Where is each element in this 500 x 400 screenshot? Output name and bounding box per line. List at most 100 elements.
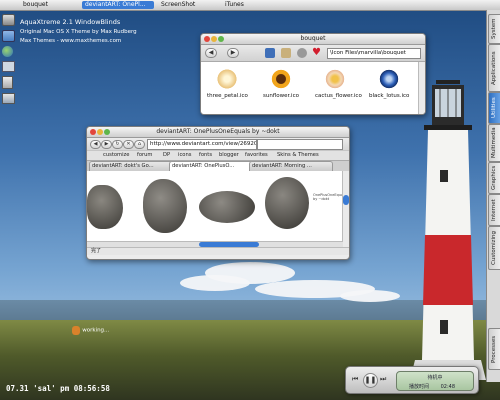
taskbar-item-itunes[interactable]: iTunes xyxy=(222,1,278,9)
browser-window: deviantART: OnePlusOneEquals by ~dokt ◀ … xyxy=(86,126,350,260)
bouquet-toolbar: ◀ ▶ ♥ \Icon Files\marvilla\bouquet xyxy=(201,45,425,62)
working-indicator: working... xyxy=(72,326,109,335)
web-content: OnePlusOneEquals by ~dokt xyxy=(87,171,349,247)
drawer-tab-customizing[interactable]: Customizing xyxy=(488,226,500,270)
window-title: bouquet xyxy=(300,35,326,42)
drawer-tab-internet[interactable]: Internet xyxy=(488,194,500,226)
folder-icon[interactable] xyxy=(2,30,15,42)
cactus-flower-icon xyxy=(324,68,346,90)
path-field[interactable]: \Icon Files\marvilla\bouquet xyxy=(327,48,421,59)
player-status: 待机中 xyxy=(427,375,443,381)
bookmark-item[interactable]: fonts xyxy=(199,151,212,159)
icon-item-three-petal[interactable]: three_petal.ico xyxy=(207,68,248,99)
icon-label: cactus_flower.ico xyxy=(315,93,362,99)
network-icon[interactable] xyxy=(2,93,15,104)
stone-image xyxy=(143,179,187,233)
elapsed-label: 播放时间 xyxy=(409,384,430,390)
lighthouse-image xyxy=(410,80,486,380)
bookmark-item[interactable]: icons xyxy=(178,151,191,159)
taskbar-item-screenshot[interactable]: ScreenShot xyxy=(158,1,224,9)
icon-label: black_lotus.ico xyxy=(369,93,410,99)
status-bar: 完了 xyxy=(87,247,349,255)
trash-icon[interactable] xyxy=(2,76,13,89)
bookmark-item[interactable]: forum xyxy=(137,151,152,159)
bouquet-titlebar[interactable]: bouquet xyxy=(201,34,425,45)
drawer-tab-system[interactable]: System xyxy=(488,14,500,44)
settings-icon[interactable] xyxy=(297,48,307,58)
forward-button[interactable]: ▶ xyxy=(101,140,112,149)
previous-button[interactable]: ⏮ xyxy=(352,375,358,384)
icon-item-cactus-flower[interactable]: cactus_flower.ico xyxy=(315,68,362,99)
window-title: deviantART: OnePlusOneEquals by ~dokt xyxy=(156,128,280,135)
theme-info-line: Original Mac OS X Theme by Max Rudberg xyxy=(20,29,137,35)
sunflower-icon xyxy=(270,68,292,90)
black-lotus-icon xyxy=(378,68,400,90)
player-time-row: 播放时间 02:48 xyxy=(397,383,473,390)
cloud xyxy=(180,275,250,291)
favorites-heart-icon[interactable]: ♥ xyxy=(312,47,321,58)
browser-tab[interactable]: deviantART: dokt's Go... xyxy=(89,161,173,171)
bookmark-item[interactable]: Skins & Themes xyxy=(277,151,319,159)
icon-item-sunflower[interactable]: sunflower.ico xyxy=(261,68,301,99)
theme-info: AquaXtreme 2.1 WindowBlinds Original Mac… xyxy=(20,18,137,44)
player-display: 待机中 播放时间 02:48 xyxy=(396,371,474,391)
icon-label: three_petal.ico xyxy=(207,93,248,99)
bookmark-item[interactable]: favorites xyxy=(245,151,268,159)
hard-drive-icon[interactable] xyxy=(2,14,15,26)
taskbar: bouquet deviantART: OnePl... ScreenShot … xyxy=(0,0,500,11)
app-drawer: System Applications Utilities Multimedia… xyxy=(486,10,500,382)
tab-bar: deviantART: dokt's Go... deviantART: One… xyxy=(87,160,349,171)
globe-icon[interactable] xyxy=(2,46,13,57)
url-field[interactable]: http://www.deviantart.com/view/26920 xyxy=(147,139,257,150)
vertical-scrollbar[interactable] xyxy=(418,62,425,114)
home-icon[interactable] xyxy=(281,48,291,58)
bouquet-icon-view: three_petal.ico sunflower.ico cactus_flo… xyxy=(201,62,425,114)
browser-tab-active[interactable]: deviantART: OnePlusO... xyxy=(169,161,253,171)
bookmark-bar: customize forum DP icons fonts blogger f… xyxy=(87,150,349,160)
bookmark-item[interactable]: blogger xyxy=(219,151,239,159)
side-caption: OnePlusOneEquals by ~dokt xyxy=(313,193,346,201)
desktop-icon-column xyxy=(2,14,15,104)
stone-image xyxy=(87,185,123,229)
scroll-thumb[interactable] xyxy=(343,195,349,205)
forward-button[interactable]: ▶ xyxy=(227,48,239,58)
desktop-clock: 07.31 'sal' pm 08:56:58 xyxy=(6,384,110,393)
character-icon xyxy=(72,326,80,335)
stone-image xyxy=(265,177,309,229)
bouquet-window: bouquet ◀ ▶ ♥ \Icon Files\marvilla\bouqu… xyxy=(200,33,426,115)
home-button[interactable]: ⌂ xyxy=(134,140,145,149)
view-icon[interactable] xyxy=(265,48,275,58)
back-button[interactable]: ◀ xyxy=(90,140,101,149)
drawer-tab-graphics[interactable]: Graphics xyxy=(488,162,500,194)
drawer-tab-processes[interactable]: Processes xyxy=(488,328,500,370)
stone-image xyxy=(199,191,255,223)
bookmark-item[interactable]: customize xyxy=(103,151,129,159)
media-player: ⏮ ❚❚ ⏭ 待机中 播放时间 02:48 xyxy=(345,366,479,394)
browser-tab[interactable]: deviantART: Morning ... xyxy=(249,161,333,171)
elapsed-time: 02:48 xyxy=(440,384,456,390)
status-text: 完了 xyxy=(91,248,102,254)
icon-item-black-lotus[interactable]: black_lotus.ico xyxy=(369,68,409,99)
next-button[interactable]: ⏭ xyxy=(380,375,386,384)
browser-titlebar[interactable]: deviantART: OnePlusOneEquals by ~dokt xyxy=(87,127,349,138)
search-field[interactable] xyxy=(257,139,343,150)
reload-button[interactable]: ↻ xyxy=(112,140,123,149)
taskbar-item-deviantart[interactable]: deviantART: OnePl... xyxy=(82,1,154,9)
drawer-tab-applications[interactable]: Applications xyxy=(488,44,500,92)
taskbar-item-bouquet[interactable]: bouquet xyxy=(20,1,86,9)
stop-button[interactable]: ✕ xyxy=(123,140,134,149)
cloud xyxy=(340,290,400,302)
pause-button[interactable]: ❚❚ xyxy=(363,373,378,388)
back-button[interactable]: ◀ xyxy=(205,48,217,58)
icon-label: sunflower.ico xyxy=(263,93,299,99)
vertical-scrollbar[interactable] xyxy=(342,171,349,247)
browser-navbar: ◀ ▶ ↻ ✕ ⌂ http://www.deviantart.com/view… xyxy=(87,138,349,150)
monitor-icon[interactable] xyxy=(2,61,15,72)
bookmark-item[interactable]: DP xyxy=(163,151,170,159)
three-petal-flower-icon xyxy=(216,68,238,90)
drawer-tab-utilities[interactable]: Utilities xyxy=(488,92,500,124)
theme-info-line: Max Themes - www.maxthemes.com xyxy=(20,38,122,44)
drawer-tab-multimedia[interactable]: Multimedia xyxy=(488,124,500,162)
working-label: working... xyxy=(82,327,110,334)
theme-info-line: AquaXtreme 2.1 WindowBlinds xyxy=(20,18,121,26)
